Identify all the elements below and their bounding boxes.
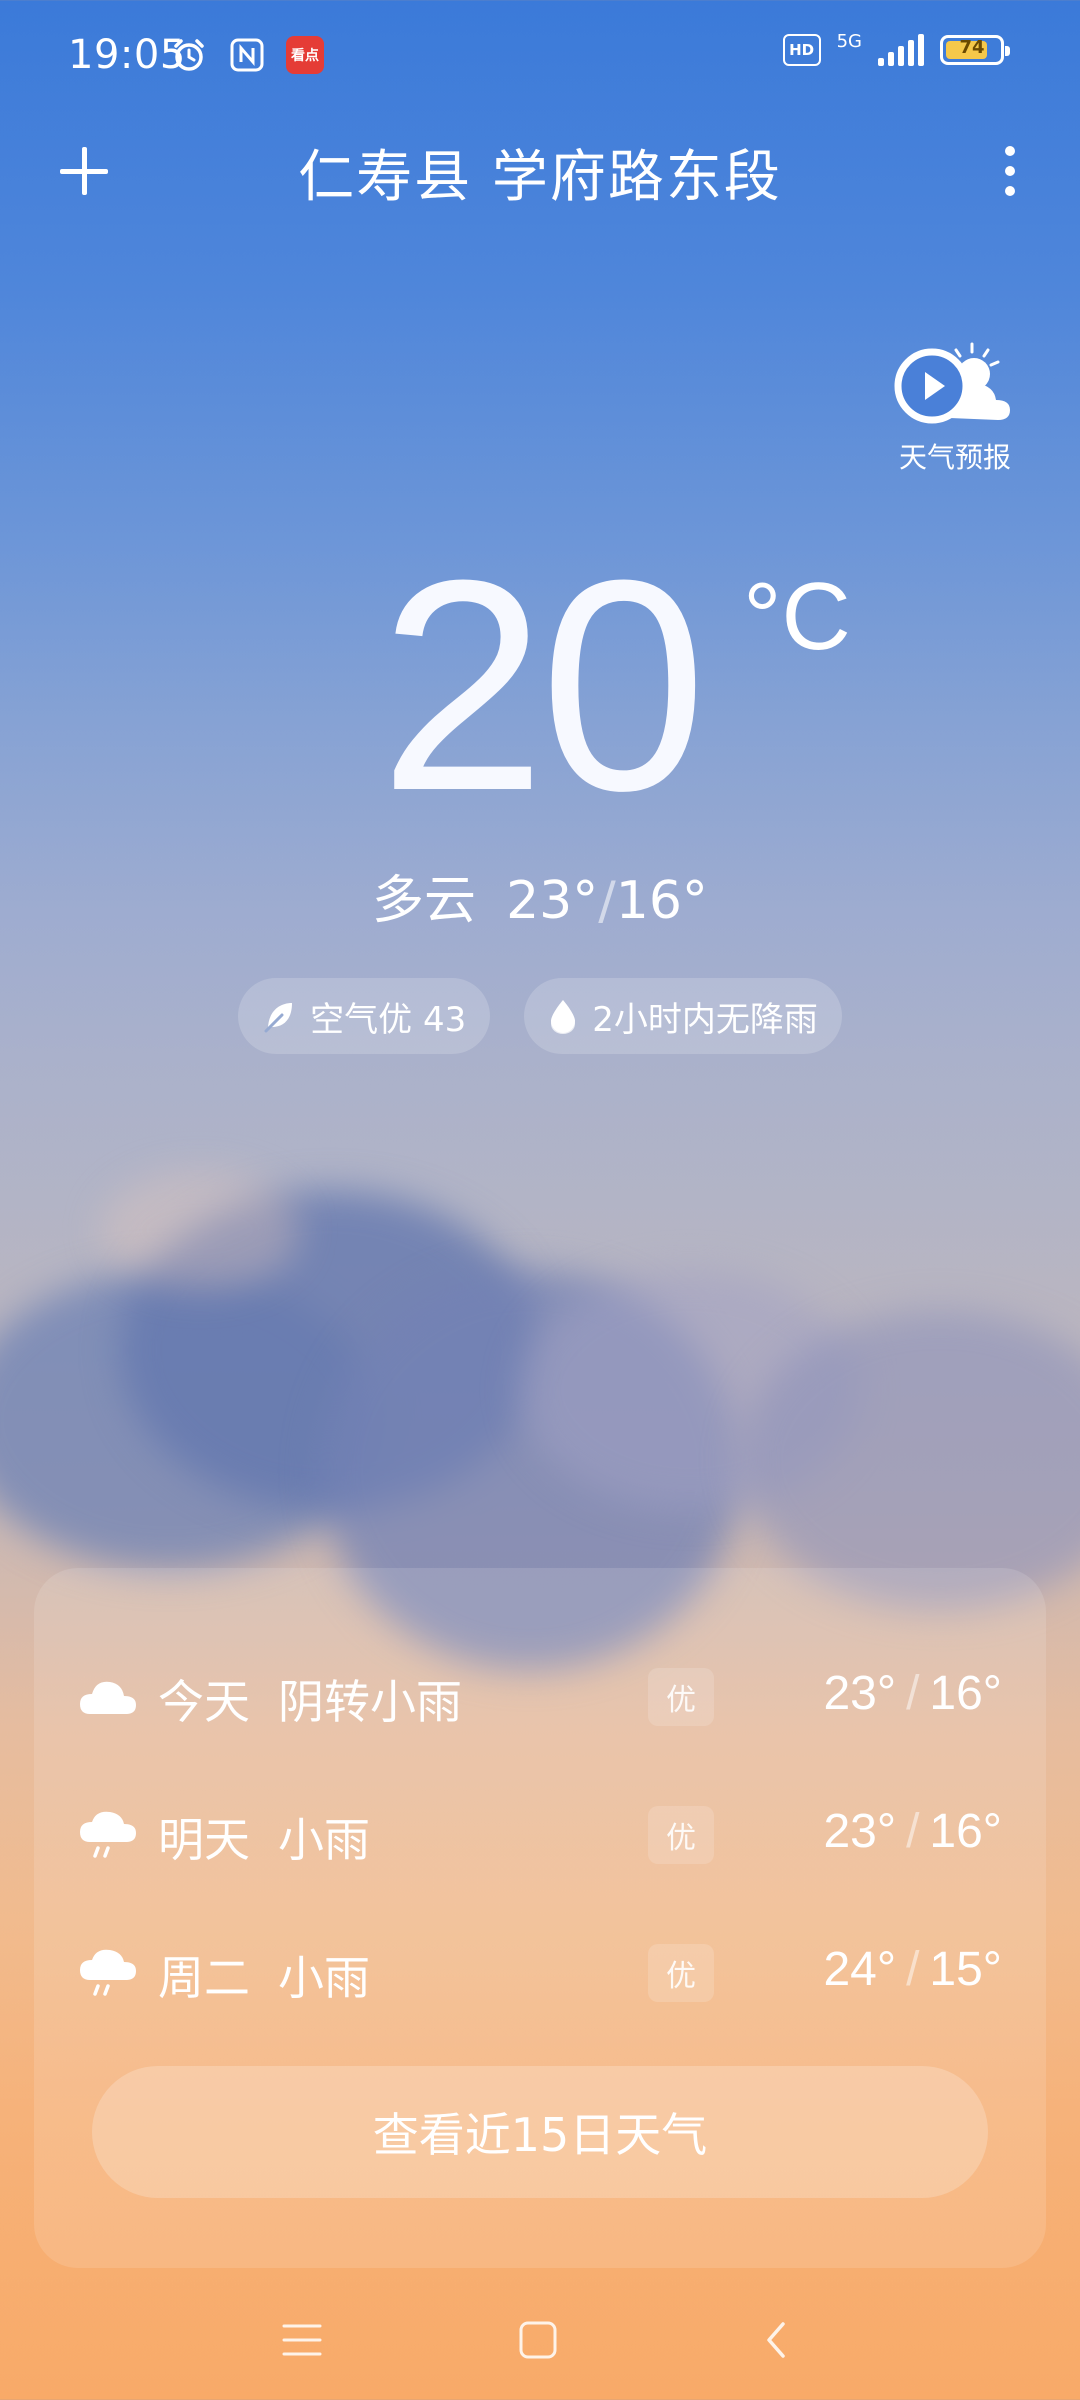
signal-icon (878, 34, 924, 66)
more-options-button[interactable] (980, 136, 1040, 206)
nfc-icon (228, 36, 266, 74)
temperature-unit: °C (743, 563, 851, 670)
menu-icon (282, 2324, 322, 2356)
day-name: 明天 (158, 1813, 250, 1867)
rain-forecast-text: 2小时内无降雨 (592, 999, 818, 1040)
more-vertical-icon (1005, 146, 1015, 156)
current-weather: 20 °C (0, 535, 1080, 835)
day-condition: 小雨 (278, 1813, 370, 1867)
battery-level: 74 (959, 37, 985, 58)
current-condition: 多云 (372, 871, 477, 931)
current-high: 23° (506, 871, 599, 931)
forecast-card: 今天 阴转小雨 优 23°/16° 明天 小雨 优 23°/16° 周二 小雨 … (34, 1568, 1046, 2268)
status-time: 19:05 (68, 32, 186, 78)
back-button[interactable] (746, 2310, 806, 2370)
air-quality-badge: 优 (648, 1944, 714, 2002)
day-temperature-range: 24°/15° (823, 1943, 1002, 1996)
square-icon (519, 2321, 557, 2359)
recent-apps-button[interactable] (272, 2310, 332, 2370)
view-15-day-forecast-button[interactable]: 查看近15日天气 (92, 2066, 988, 2198)
top-bar: 仁寿县 学府路东段 (0, 116, 1080, 226)
temp-separator: / (598, 871, 616, 931)
status-system-icons: HD 5G 74 (782, 31, 1010, 66)
air-quality-badge: 优 (648, 1806, 714, 1864)
hd-icon: HD (782, 34, 821, 66)
forecast-row-today[interactable]: 今天 阴转小雨 优 23°/16° (34, 1656, 1046, 1736)
status-notification-icons: 看点 (170, 36, 324, 74)
day-name: 今天 (158, 1675, 250, 1729)
alarm-icon (170, 36, 208, 74)
network-type: 5G (836, 31, 862, 52)
day-condition: 阴转小雨 (278, 1675, 462, 1729)
status-bar: 19:05 看点 HD 5G 74 (0, 0, 1080, 116)
air-quality-chip[interactable]: 空气优 43 (238, 978, 491, 1054)
air-quality-text: 空气优 43 (310, 999, 467, 1040)
day-condition: 小雨 (278, 1951, 370, 2005)
forecast-row-tomorrow[interactable]: 明天 小雨 优 23°/16° (34, 1794, 1046, 1874)
day-temperature-range: 23°/16° (823, 1805, 1002, 1858)
light-rain-icon (80, 1811, 136, 1858)
light-rain-icon (80, 1949, 136, 1996)
battery-icon: 74 (940, 35, 1010, 65)
cloud-icon (80, 1681, 136, 1714)
weather-forecast-video-button[interactable]: 天气预报 (890, 340, 1020, 476)
current-low: 16° (615, 871, 708, 931)
current-summary: 多云 23°/16° (0, 858, 1080, 933)
day-temperature-range: 23°/16° (823, 1667, 1002, 1720)
forecast-row-tuesday[interactable]: 周二 小雨 优 24°/15° (34, 1932, 1046, 2012)
rain-forecast-chip[interactable]: 2小时内无降雨 (524, 978, 842, 1054)
forecast-video-label: 天气预报 (898, 441, 1011, 474)
home-button[interactable] (508, 2310, 568, 2370)
leaf-icon (264, 1003, 293, 1033)
day-name: 周二 (158, 1951, 250, 2005)
chevron-left-icon (767, 2322, 785, 2358)
weather-chips: 空气优 43 2小时内无降雨 (0, 978, 1080, 1054)
navigation-bar (0, 2280, 1080, 2390)
location-title: 仁寿县 学府路东段 (298, 145, 782, 210)
current-temperature: 20 (379, 517, 707, 853)
air-quality-badge: 优 (648, 1668, 714, 1726)
water-drop-icon (551, 1000, 576, 1034)
play-sun-cloud-icon (894, 342, 1010, 424)
news-app-icon: 看点 (286, 36, 324, 74)
